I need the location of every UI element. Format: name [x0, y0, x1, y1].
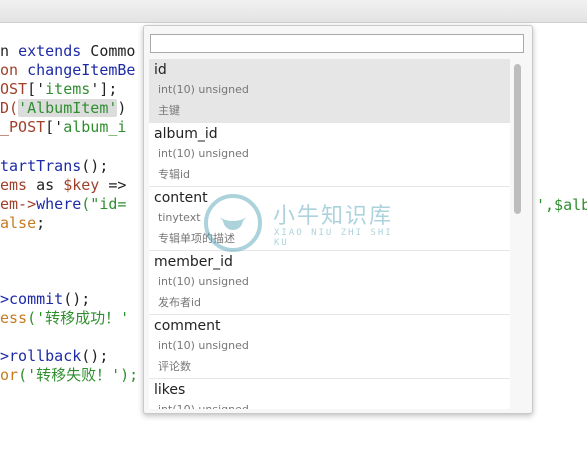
code-line: OST['items']; [0, 80, 118, 98]
watermark-subtitle: XIAO NIU ZHI SHI KU [274, 228, 393, 248]
code-line: alse; [0, 214, 46, 232]
list-item[interactable]: album_id int(10) unsigned 专辑id [149, 123, 510, 187]
list-item[interactable]: id int(10) unsigned 主键 [149, 59, 510, 123]
code-line: ems as $key => [0, 176, 127, 194]
bull-logo-icon [204, 194, 262, 252]
code-line: tartTrans(); [0, 157, 109, 175]
code-line: n extends Commo [0, 42, 136, 60]
code-line: or('转移失败！'); [0, 366, 139, 384]
scrollbar-thumb[interactable] [514, 64, 521, 214]
list-item[interactable]: member_id int(10) unsigned 发布者id [149, 251, 510, 315]
code-line: >commit(); [0, 290, 91, 308]
autocomplete-search-input[interactable] [150, 34, 524, 53]
code-fragment: ',$alb [536, 196, 587, 214]
scrollbar[interactable] [511, 59, 524, 409]
list-item[interactable]: likes int(10) unsigned [149, 379, 510, 409]
top-toolbar [0, 0, 587, 23]
code-line: >rollback(); [0, 347, 109, 365]
list-item[interactable]: comment int(10) unsigned 评论数 [149, 315, 510, 379]
code-line: _POST['album_i [0, 118, 127, 136]
code-line: ess('转移成功！' [0, 309, 130, 327]
watermark: 小牛知识库 XIAO NIU ZHI SHI KU [203, 193, 393, 253]
code-line: em->where("id= [0, 195, 127, 213]
code-line: D('AlbumItem') [0, 99, 127, 117]
watermark-title: 小牛知识库 [273, 204, 394, 229]
code-line: on changeItemBe [0, 61, 136, 79]
